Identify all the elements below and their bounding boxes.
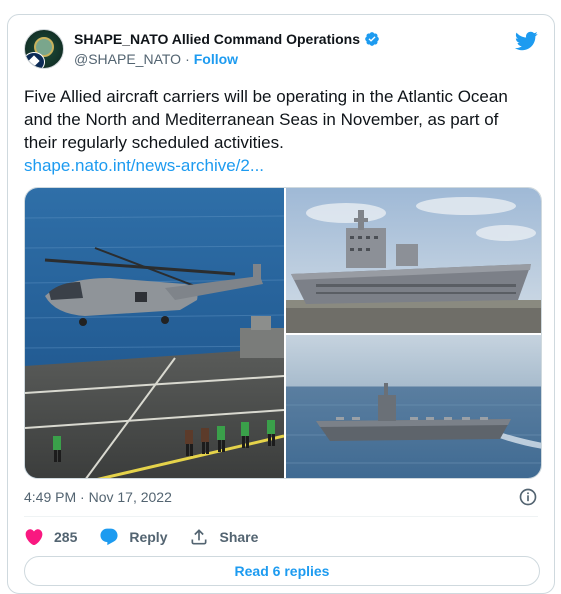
tweet-timestamp[interactable]: 4:49 PM · Nov 17, 2022 bbox=[24, 489, 172, 505]
media-grid bbox=[24, 187, 542, 479]
carrier-sea-photo-art bbox=[286, 335, 541, 478]
aircraft-carrier-at-sea-photo[interactable] bbox=[286, 335, 541, 478]
divider bbox=[24, 516, 538, 517]
share-label: Share bbox=[219, 529, 259, 545]
carrier-pier-photo-art bbox=[286, 188, 541, 333]
twitter-bird-icon[interactable] bbox=[514, 29, 538, 53]
like-button[interactable]: 285 bbox=[24, 527, 77, 547]
handle-row: @SHAPE_NATO · Follow bbox=[74, 51, 238, 67]
avatar[interactable] bbox=[24, 29, 64, 69]
verified-badge-icon bbox=[365, 32, 379, 46]
share-button[interactable]: Share bbox=[189, 527, 258, 547]
account-name-row: SHAPE_NATO Allied Command Operations bbox=[74, 31, 380, 47]
separator: · bbox=[185, 51, 190, 67]
account-name[interactable]: SHAPE_NATO Allied Command Operations bbox=[74, 31, 360, 47]
share-upload-icon bbox=[191, 529, 207, 545]
tweet-link[interactable]: shape.nato.int/news-archive/2... bbox=[24, 154, 529, 177]
helicopter-photo-art bbox=[25, 188, 284, 478]
nato-badge-icon bbox=[25, 52, 45, 68]
read-replies-button[interactable]: Read 6 replies bbox=[24, 556, 540, 586]
info-icon[interactable] bbox=[518, 487, 538, 507]
heart-icon bbox=[25, 529, 43, 546]
helicopter-on-carrier-deck-photo[interactable] bbox=[25, 188, 284, 478]
read-replies-label: Read 6 replies bbox=[234, 563, 330, 579]
like-count: 285 bbox=[54, 529, 78, 545]
tweet-header: SHAPE_NATO Allied Command Operations @SH… bbox=[24, 29, 538, 77]
tweet-text: Five Allied aircraft carriers will be op… bbox=[24, 85, 529, 177]
reply-label: Reply bbox=[129, 529, 168, 545]
account-handle[interactable]: @SHAPE_NATO bbox=[74, 51, 181, 67]
aircraft-carrier-at-pier-photo[interactable] bbox=[286, 188, 541, 333]
tweet-card: SHAPE_NATO Allied Command Operations @SH… bbox=[7, 14, 555, 594]
action-bar: 285 Reply Share bbox=[24, 525, 280, 549]
reply-bubble-icon bbox=[100, 528, 118, 546]
reply-button[interactable]: Reply bbox=[99, 527, 167, 547]
follow-button[interactable]: Follow bbox=[194, 51, 238, 67]
tweet-body: Five Allied aircraft carriers will be op… bbox=[24, 87, 508, 152]
